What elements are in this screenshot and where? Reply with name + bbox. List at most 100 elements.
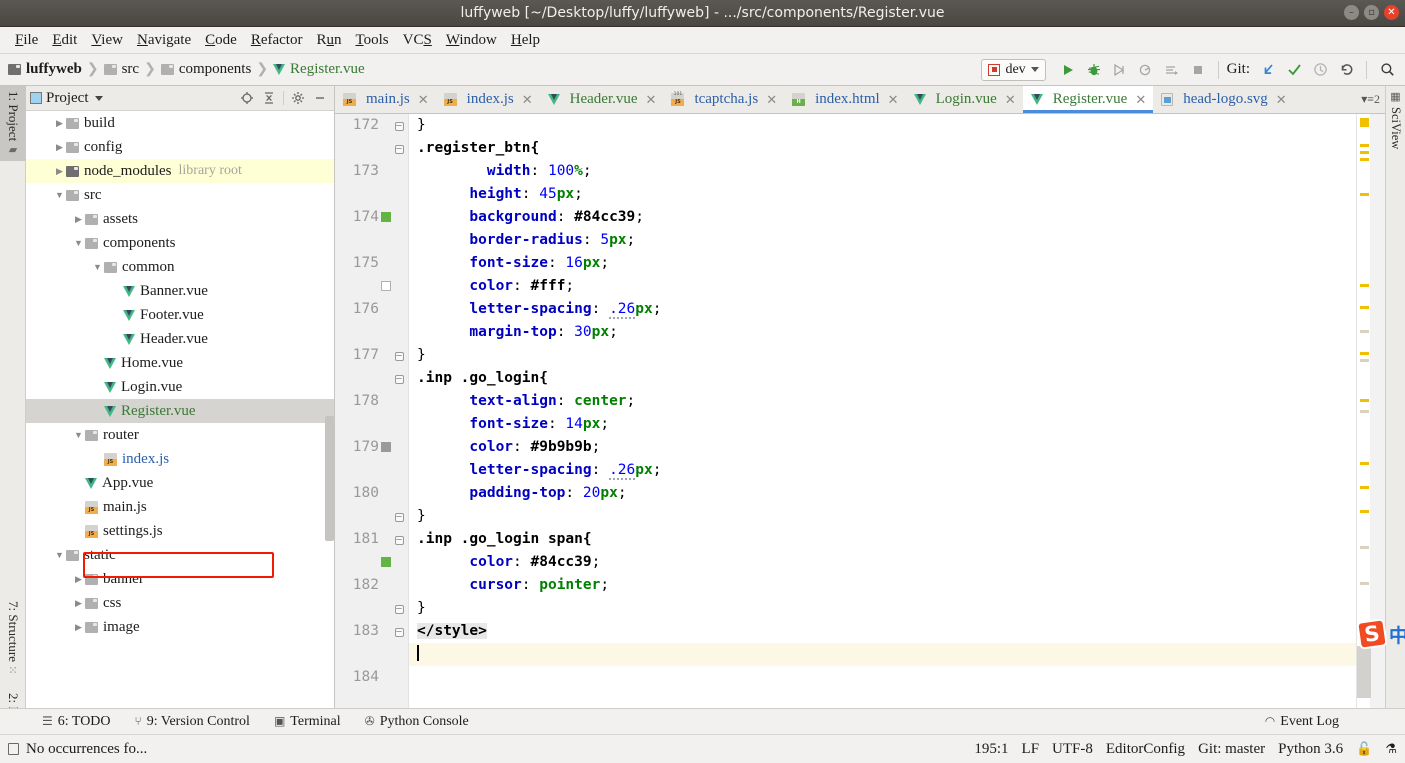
close-icon[interactable]: ✕ [646, 92, 657, 108]
stripe-mark[interactable] [1360, 151, 1369, 154]
stripe-mark[interactable] [1360, 144, 1369, 147]
editor-tab-login-vue[interactable]: Login.vue ✕ [906, 86, 1023, 113]
inspector-icon[interactable]: ⚗ [1385, 741, 1397, 757]
maximize-button[interactable]: ▫ [1364, 5, 1379, 20]
chevron-down-icon[interactable]: ▼ [53, 550, 66, 560]
close-icon[interactable]: ✕ [1005, 92, 1016, 108]
breadcrumb-item-project[interactable]: luffyweb [8, 61, 82, 78]
sidebar-item-project[interactable]: 1: Project ▰ [0, 86, 26, 162]
history-button[interactable] [1308, 58, 1332, 82]
rollback-button[interactable] [1334, 58, 1358, 82]
menu-refactor[interactable]: Refactor [244, 30, 310, 51]
commit-button[interactable] [1282, 58, 1306, 82]
stripe-mark[interactable] [1360, 486, 1369, 489]
code-line[interactable]: 185 font-size: 14px; [409, 413, 1356, 436]
menu-vcs[interactable]: VCS [396, 30, 439, 51]
code-line[interactable]: 182 –} [353, 344, 1356, 593]
bottom-item-version-control[interactable]: ⑂ 9: Version Control [123, 714, 262, 730]
tree-node-login-vue[interactable]: Login.vue [26, 375, 334, 399]
tree-node-main-js[interactable]: main.js [26, 495, 334, 519]
editorconfig-indicator[interactable]: EditorConfig [1106, 741, 1185, 758]
chevron-down-icon[interactable]: ▼ [72, 238, 85, 248]
editor-tab-register-vue[interactable]: Register.vue ✕ [1022, 86, 1154, 113]
editor-scrollbar-thumb[interactable] [1357, 646, 1371, 698]
menu-navigate[interactable]: Navigate [130, 30, 198, 51]
editor-tab-overflow-button[interactable]: ▾≡2 [1361, 86, 1386, 113]
locate-file-icon[interactable] [237, 88, 257, 108]
chevron-down-icon[interactable]: ▼ [53, 190, 66, 200]
code-fold-toggle-icon[interactable]: – [393, 597, 405, 620]
tree-node-router[interactable]: ▼ router [26, 423, 334, 447]
stripe-mark[interactable] [1360, 193, 1369, 196]
tree-node-build[interactable]: ▶ build [26, 111, 334, 135]
code-fold-toggle-icon[interactable]: – [393, 344, 405, 367]
menu-window[interactable]: Window [439, 30, 504, 51]
tree-node-node-modules[interactable]: ▶ node_modules library root [26, 159, 334, 183]
file-encoding[interactable]: UTF-8 [1052, 741, 1093, 758]
hide-panel-icon[interactable] [310, 88, 330, 108]
stripe-mark[interactable] [1360, 410, 1369, 413]
stripe-mark[interactable] [1360, 582, 1369, 585]
bottom-item-terminal[interactable]: ▣ Terminal [262, 714, 353, 730]
close-button[interactable]: ✕ [1384, 5, 1399, 20]
tree-node-header-vue[interactable]: Header.vue [26, 327, 334, 351]
stripe-mark[interactable] [1360, 158, 1369, 161]
code-line[interactable]: 172–} [353, 114, 1356, 137]
tree-node-components[interactable]: ▼ components [26, 231, 334, 255]
code-line[interactable]: 177 border-radius: 5px; [353, 229, 1356, 363]
run-button[interactable] [1056, 58, 1080, 82]
code-line[interactable]: 178 font-size: 16px; [353, 252, 1356, 409]
code-line[interactable]: 174 width: 100%; [353, 160, 1356, 225]
stripe-mark[interactable] [1360, 359, 1369, 362]
code-line[interactable]: 188 padding-top: 20px; [409, 482, 1356, 505]
chevron-right-icon[interactable]: ▶ [53, 166, 66, 177]
menu-file[interactable]: File [8, 30, 45, 51]
gutter-color-swatch[interactable] [381, 281, 391, 291]
tree-node-common[interactable]: ▼ common [26, 255, 334, 279]
project-tree[interactable]: ▶ build ▶ config ▶ node_modules library root ▼ s… [26, 111, 334, 707]
breadcrumb-item-file[interactable]: Register.vue [273, 61, 365, 78]
code-line[interactable]: 184 text-align: center; [353, 390, 1356, 685]
editor-tab-bar[interactable]: main.js ✕ index.js ✕ Header.vue ✕ tcaptcha.js ✕… [335, 86, 1386, 114]
menu-code[interactable]: Code [198, 30, 244, 51]
chevron-right-icon[interactable]: ▶ [72, 214, 85, 225]
code-line[interactable]: 183– .inp .go_login{ [353, 367, 1356, 639]
code-line[interactable]: 191 color: #84cc39; [381, 551, 1356, 574]
code-editor[interactable]: 172–} 173– .register_btn{174 width: 100%; 1… [335, 114, 1356, 708]
chevron-right-icon[interactable]: ▶ [72, 622, 85, 633]
code-line[interactable]: 180 letter-spacing: .26px; [353, 298, 1356, 501]
close-icon[interactable]: ✕ [418, 92, 429, 108]
code-line[interactable]: 189–} [394, 505, 1356, 528]
tree-node-settings-js[interactable]: settings.js [26, 519, 334, 543]
menu-edit[interactable]: Edit [45, 30, 84, 51]
code-fold-toggle-icon[interactable]: – [393, 114, 405, 137]
gutter-color-swatch[interactable] [381, 212, 391, 222]
line-separator[interactable]: LF [1022, 741, 1040, 758]
collapse-all-icon[interactable] [259, 88, 279, 108]
debug-button[interactable] [1082, 58, 1106, 82]
code-line[interactable]: 186 color: #9b9b9b; [381, 436, 1356, 459]
breadcrumb-item-src[interactable]: src [103, 61, 139, 78]
tree-node-home-vue[interactable]: Home.vue [26, 351, 334, 375]
tree-node-assets[interactable]: ▶ assets [26, 207, 334, 231]
run-tests-button[interactable] [1160, 58, 1184, 82]
code-line[interactable]: 181 margin-top: 30px; [353, 321, 1356, 547]
tree-node-src[interactable]: ▼ src [26, 183, 334, 207]
sogou-logo-icon[interactable]: S [1356, 618, 1388, 650]
menu-help[interactable]: Help [504, 30, 547, 51]
close-icon[interactable]: ✕ [1135, 92, 1146, 108]
stripe-mark[interactable] [1360, 118, 1369, 127]
tree-node-app-vue[interactable]: App.vue [26, 471, 334, 495]
chevron-right-icon[interactable]: ▶ [53, 118, 66, 129]
code-line[interactable]: 179 color: #fff; [353, 275, 1356, 455]
editor-tab-tcaptcha-js[interactable]: tcaptcha.js ✕ [663, 86, 784, 113]
unlocked-padlock-icon[interactable]: 🔓 [1356, 741, 1372, 757]
editor-tab-header-vue[interactable]: Header.vue ✕ [540, 86, 664, 113]
stripe-mark[interactable] [1360, 399, 1369, 402]
code-line[interactable]: 192 cursor: pointer; [409, 574, 1356, 597]
tree-node-footer-vue[interactable]: Footer.vue [26, 303, 334, 327]
tree-node-image[interactable]: ▶ image [26, 615, 334, 639]
run-with-coverage-button[interactable] [1108, 58, 1132, 82]
editor-tab-main-js[interactable]: main.js ✕ [335, 86, 436, 113]
minimize-button[interactable]: – [1344, 5, 1359, 20]
